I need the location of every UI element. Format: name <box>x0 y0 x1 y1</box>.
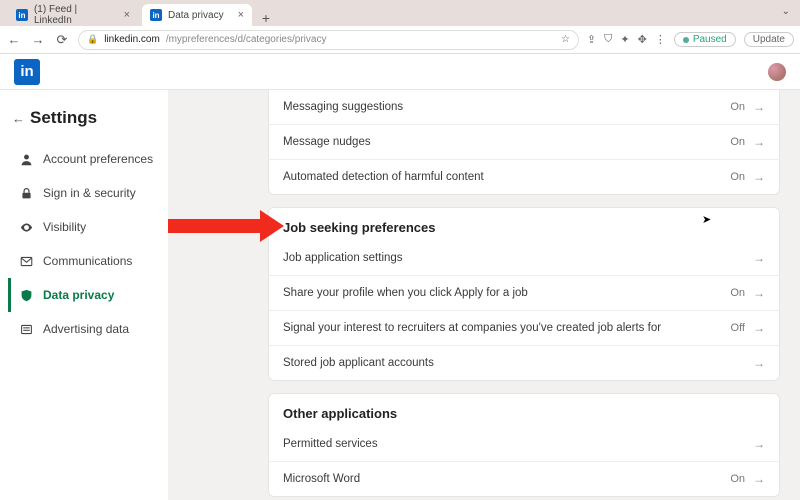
row-label: Stored job applicant accounts <box>283 357 434 369</box>
status-badge: On <box>730 136 745 148</box>
shield-icon[interactable]: ⛉ <box>604 33 612 46</box>
card-other-applications: Other applications Permitted services → … <box>268 393 780 497</box>
sidebar-item-communications[interactable]: Communications <box>8 244 168 278</box>
row-label: Messaging suggestions <box>283 101 403 113</box>
browser-tab-feed[interactable]: in (1) Feed | LinkedIn × <box>8 4 138 26</box>
row-label: Microsoft Word <box>283 473 360 485</box>
star-icon[interactable]: ☆ <box>561 34 570 45</box>
row-messaging-suggestions[interactable]: Messaging suggestions On → <box>269 90 779 124</box>
row-harmful-content[interactable]: Automated detection of harmful content O… <box>269 159 779 194</box>
sidebar-item-security[interactable]: Sign in & security <box>8 176 168 210</box>
chevron-right-icon: → <box>753 356 765 370</box>
row-label: Signal your interest to recruiters at co… <box>283 322 661 334</box>
url-path: /mypreferences/d/categories/privacy <box>166 34 327 45</box>
extensions-area: ⇪ ⛉ ✦ ✥ ⋮ Paused Update <box>587 32 794 47</box>
card-job-seeking: Job seeking preferences Job application … <box>268 207 780 381</box>
row-label: Permitted services <box>283 438 378 450</box>
row-microsoft-word[interactable]: Microsoft Word On → <box>269 461 779 496</box>
share-icon[interactable]: ⇪ <box>587 33 596 46</box>
chevron-right-icon: → <box>753 100 765 114</box>
linkedin-favicon-icon: in <box>16 9 28 21</box>
lock-icon: 🔒 <box>87 34 98 45</box>
sidebar-item-label: Data privacy <box>43 288 114 302</box>
row-permitted-services[interactable]: Permitted services → <box>269 427 779 461</box>
linkedin-favicon-icon: in <box>150 9 162 21</box>
address-bar[interactable]: 🔒 linkedin.com/mypreferences/d/categorie… <box>78 30 579 50</box>
row-signal-interest[interactable]: Signal your interest to recruiters at co… <box>269 310 779 345</box>
tab-title: (1) Feed | LinkedIn <box>34 4 118 26</box>
chevron-right-icon: → <box>753 135 765 149</box>
row-share-profile-apply[interactable]: Share your profile when you click Apply … <box>269 275 779 310</box>
menu-icon[interactable]: ⋮ <box>655 33 666 46</box>
sidebar-item-label: Visibility <box>43 220 86 234</box>
reload-icon[interactable]: ⟳ <box>54 32 70 48</box>
sidebar-item-advertising[interactable]: Advertising data <box>8 312 168 346</box>
chevron-down-icon[interactable]: ⌄ <box>782 6 790 17</box>
sidebar-item-label: Sign in & security <box>43 186 136 200</box>
main-content: Messaging suggestions On → Message nudge… <box>168 90 800 500</box>
status-badge: On <box>730 171 745 183</box>
eye-icon <box>19 221 33 234</box>
chevron-right-icon: → <box>753 321 765 335</box>
browser-tabstrip: in (1) Feed | LinkedIn × in Data privacy… <box>0 0 800 26</box>
sidebar-item-label: Communications <box>43 254 132 268</box>
row-message-nudges[interactable]: Message nudges On → <box>269 124 779 159</box>
back-arrow-icon[interactable]: ← <box>12 111 25 126</box>
sidebar-item-account[interactable]: Account preferences <box>8 142 168 176</box>
card-messaging: Messaging suggestions On → Message nudge… <box>268 90 780 195</box>
row-label: Share your profile when you click Apply … <box>283 287 528 299</box>
chevron-right-icon: → <box>753 286 765 300</box>
close-icon[interactable]: × <box>238 9 244 21</box>
profile-paused-pill[interactable]: Paused <box>674 32 736 47</box>
section-title: Other applications <box>269 394 779 427</box>
row-label: Automated detection of harmful content <box>283 171 484 183</box>
person-icon <box>19 153 33 166</box>
mail-icon <box>19 255 33 268</box>
tab-title: Data privacy <box>168 10 224 21</box>
row-label: Message nudges <box>283 136 371 148</box>
chevron-right-icon: → <box>753 251 765 265</box>
sidebar-item-privacy[interactable]: Data privacy <box>8 278 168 312</box>
back-icon[interactable]: ← <box>6 32 22 47</box>
status-badge: On <box>730 101 745 113</box>
linkedin-header: in <box>0 54 800 90</box>
browser-toolbar: ← → ⟳ 🔒 linkedin.com/mypreferences/d/cat… <box>0 26 800 54</box>
chevron-right-icon: → <box>753 170 765 184</box>
status-badge: On <box>730 287 745 299</box>
annotation-arrow-icon <box>168 210 284 242</box>
extension-icon[interactable]: ✦ <box>620 33 629 46</box>
sidebar-item-visibility[interactable]: Visibility <box>8 210 168 244</box>
chevron-right-icon: → <box>753 472 765 486</box>
avatar[interactable] <box>768 63 786 81</box>
shield-icon <box>19 289 33 302</box>
update-button[interactable]: Update <box>744 32 794 47</box>
close-icon[interactable]: × <box>124 9 130 21</box>
sidebar-item-label: Account preferences <box>43 152 153 166</box>
forward-icon[interactable]: → <box>30 32 46 47</box>
linkedin-logo-icon[interactable]: in <box>14 59 40 85</box>
puzzle-icon[interactable]: ✥ <box>638 33 647 46</box>
status-badge: Off <box>731 322 745 334</box>
chevron-right-icon: → <box>753 437 765 451</box>
url-host: linkedin.com <box>104 34 160 45</box>
lock-icon <box>19 187 33 200</box>
row-stored-accounts[interactable]: Stored job applicant accounts → <box>269 345 779 380</box>
section-title: Job seeking preferences <box>269 208 779 241</box>
settings-sidebar: ← Settings Account preferences Sign in &… <box>0 90 168 500</box>
sidebar-item-label: Advertising data <box>43 322 129 336</box>
browser-tab-privacy[interactable]: in Data privacy × <box>142 4 252 26</box>
row-label: Job application settings <box>283 252 403 264</box>
row-job-application-settings[interactable]: Job application settings → <box>269 241 779 275</box>
newspaper-icon <box>19 323 33 336</box>
new-tab-button[interactable]: + <box>256 10 276 26</box>
status-badge: On <box>730 473 745 485</box>
page-title: ← Settings <box>8 104 168 142</box>
